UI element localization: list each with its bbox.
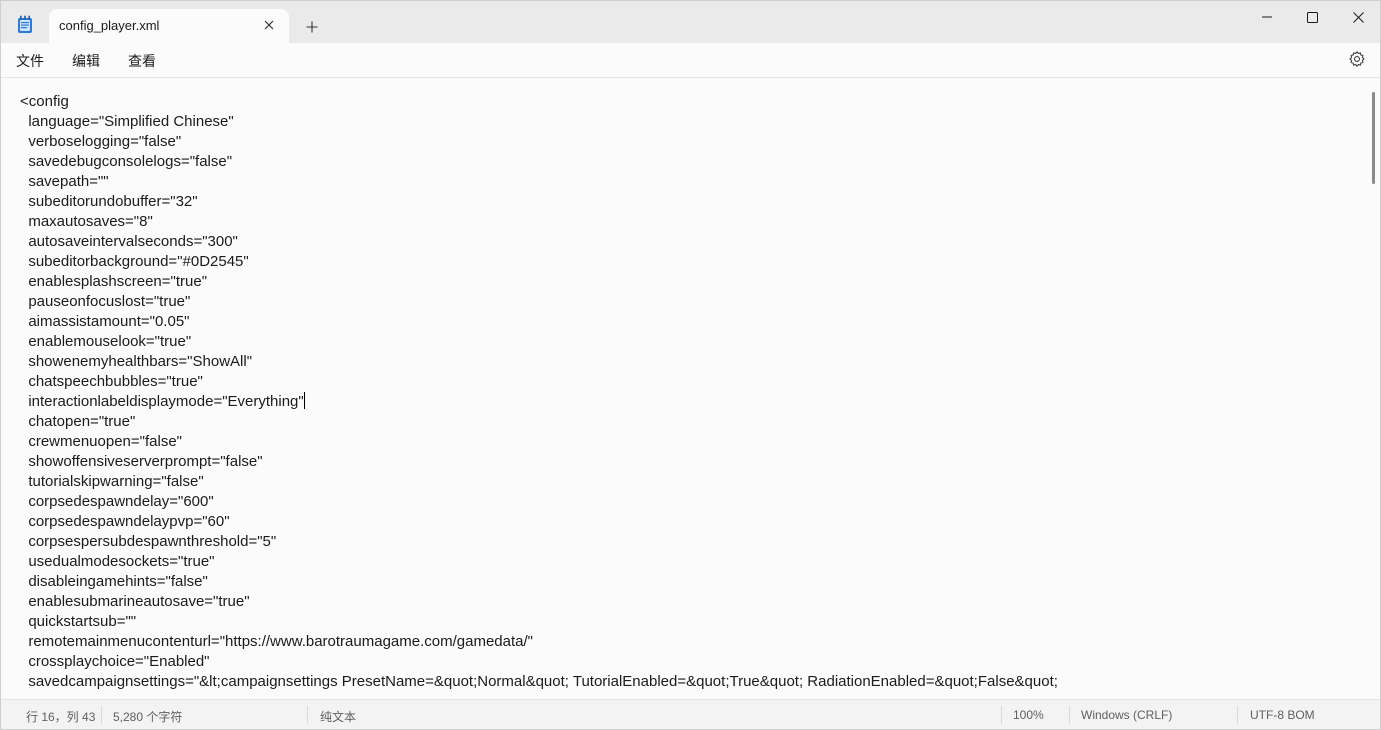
menu-file[interactable]: 文件	[16, 51, 44, 71]
minimize-icon	[1262, 16, 1272, 18]
text-format[interactable]: 纯文本	[320, 708, 356, 725]
close-icon	[1352, 11, 1364, 23]
code-line[interactable]: savedcampaignsettings="&lt;campaignsetti…	[20, 672, 1058, 692]
status-divider	[307, 706, 308, 724]
code-line[interactable]: showenemyhealthbars="ShowAll"	[20, 352, 1058, 372]
code-line[interactable]: subeditorundobuffer="32"	[20, 192, 1058, 212]
code-line[interactable]: remotemainmenucontenturl="https://www.ba…	[20, 632, 1058, 652]
code-line[interactable]: corpsedespawndelaypvp="60"	[20, 512, 1058, 532]
code-line[interactable]: savepath=""	[20, 172, 1058, 192]
code-line[interactable]: maxautosaves="8"	[20, 212, 1058, 232]
code-line[interactable]: corpsespersubdespawnthreshold="5"	[20, 532, 1058, 552]
tab-title: config_player.xml	[59, 18, 160, 33]
maximize-icon	[1306, 11, 1318, 23]
scrollbar-thumb[interactable]	[1372, 92, 1375, 184]
code-line[interactable]: verboselogging="false"	[20, 132, 1058, 152]
code-line[interactable]: enablemouselook="true"	[20, 332, 1058, 352]
code-line[interactable]: showoffensiveserverprompt="false"	[20, 452, 1058, 472]
code-line[interactable]: <config	[20, 92, 1058, 112]
text-caret	[303, 392, 305, 409]
notepad-app-icon	[18, 15, 32, 33]
code-line[interactable]: language="Simplified Chinese"	[20, 112, 1058, 132]
encoding[interactable]: UTF-8 BOM	[1250, 708, 1315, 722]
editor-text[interactable]: <config language="Simplified Chinese" ve…	[20, 92, 1058, 692]
status-divider	[1069, 706, 1070, 724]
code-line[interactable]: aimassistamount="0.05"	[20, 312, 1058, 332]
status-divider	[1001, 706, 1002, 724]
code-line[interactable]: savedebugconsolelogs="false"	[20, 152, 1058, 172]
minimize-button[interactable]	[1244, 1, 1290, 33]
maximize-button[interactable]	[1289, 1, 1335, 33]
code-line[interactable]: corpsedespawndelay="600"	[20, 492, 1058, 512]
gear-icon[interactable]	[1348, 50, 1366, 68]
code-line[interactable]: disableingamehints="false"	[20, 572, 1058, 592]
status-divider	[101, 706, 102, 724]
code-line[interactable]: chatspeechbubbles="true"	[20, 372, 1058, 392]
notepad-window: config_player.xml 文件 编辑 查看 <config langu…	[0, 0, 1381, 730]
zoom-level[interactable]: 100%	[1013, 708, 1044, 722]
menu-view[interactable]: 查看	[128, 51, 156, 71]
code-line[interactable]: chatopen="true"	[20, 412, 1058, 432]
menu-edit[interactable]: 编辑	[72, 51, 100, 71]
close-window-button[interactable]	[1335, 1, 1380, 33]
status-divider	[1237, 706, 1238, 724]
code-line[interactable]: crossplaychoice="Enabled"	[20, 652, 1058, 672]
code-line[interactable]: pauseonfocuslost="true"	[20, 292, 1058, 312]
code-line[interactable]: usedualmodesockets="true"	[20, 552, 1058, 572]
title-bar[interactable]: config_player.xml	[1, 1, 1380, 43]
line-ending[interactable]: Windows (CRLF)	[1081, 708, 1172, 722]
menu-bar: 文件 编辑 查看	[1, 43, 1380, 77]
code-line[interactable]: subeditorbackground="#0D2545"	[20, 252, 1058, 272]
tab-close-button[interactable]	[261, 17, 277, 33]
vertical-scrollbar[interactable]	[1367, 78, 1380, 698]
code-line[interactable]: crewmenuopen="false"	[20, 432, 1058, 452]
code-line[interactable]: quickstartsub=""	[20, 612, 1058, 632]
code-line[interactable]: enablesplashscreen="true"	[20, 272, 1058, 292]
code-line[interactable]: enablesubmarineautosave="true"	[20, 592, 1058, 612]
cursor-position[interactable]: 行 16，列 43	[26, 708, 95, 725]
code-line[interactable]: interactionlabeldisplaymode="Everything"	[20, 392, 1058, 412]
code-line[interactable]: tutorialskipwarning="false"	[20, 472, 1058, 492]
new-tab-button[interactable]	[303, 18, 321, 36]
plus-icon	[306, 21, 318, 33]
text-editor[interactable]: <config language="Simplified Chinese" ve…	[1, 78, 1367, 698]
close-icon	[264, 20, 274, 30]
tab-config-player[interactable]: config_player.xml	[49, 9, 289, 43]
status-bar: 行 16，列 43 5,280 个字符 纯文本 100% Windows (CR…	[1, 699, 1380, 729]
character-count: 5,280 个字符	[113, 710, 183, 724]
code-line[interactable]: autosaveintervalseconds="300"	[20, 232, 1058, 252]
